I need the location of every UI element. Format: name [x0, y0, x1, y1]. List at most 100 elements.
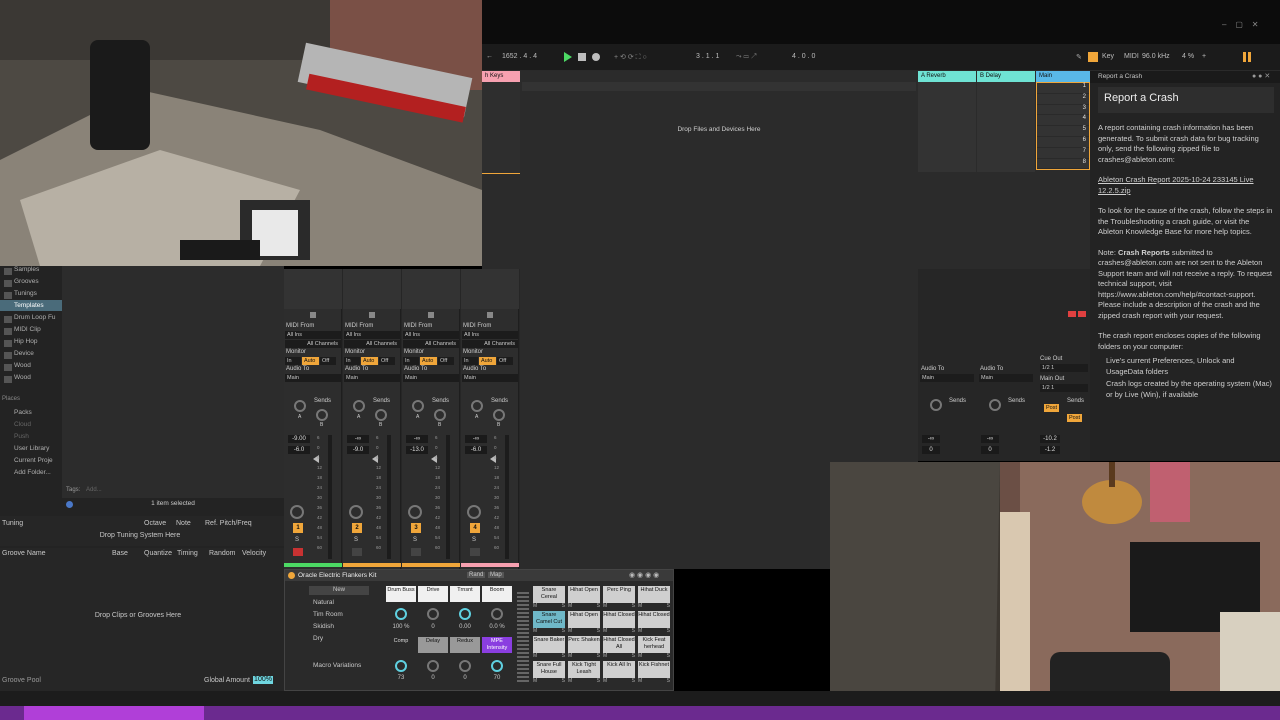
- tags-input[interactable]: Add...: [86, 487, 102, 493]
- monitor-in[interactable]: In: [344, 357, 360, 365]
- automation-tools-icon[interactable]: + ⟲ ⟳ ⛶ ○: [614, 53, 647, 62]
- monitor-off[interactable]: Off: [320, 357, 336, 365]
- macro-label[interactable]: Drum Buss: [386, 586, 416, 602]
- channel-select[interactable]: All Channels: [462, 340, 518, 348]
- arm-icon[interactable]: [352, 548, 362, 556]
- monitor-off[interactable]: Off: [438, 357, 454, 365]
- pad-mute-button[interactable]: M: [638, 653, 642, 659]
- audio-to-select[interactable]: Main: [462, 374, 518, 382]
- macro-label[interactable]: Comp: [386, 637, 416, 653]
- macro-label[interactable]: Delay: [418, 637, 448, 653]
- macro-knob[interactable]: [491, 608, 503, 620]
- solo-button[interactable]: S: [295, 537, 299, 543]
- browser-item-selected[interactable]: Templates: [0, 300, 62, 311]
- track-number[interactable]: 1: [293, 523, 303, 533]
- pad-solo-button[interactable]: S: [667, 628, 670, 634]
- places-item[interactable]: Packs: [14, 407, 32, 418]
- info-icon[interactable]: [66, 501, 73, 508]
- stop-icon[interactable]: [578, 53, 586, 61]
- pad-mute-solo[interactable]: MS: [533, 628, 565, 634]
- places-item[interactable]: User Library: [14, 443, 49, 454]
- midi-map-label[interactable]: MIDI: [1124, 53, 1139, 60]
- macro-knob[interactable]: [459, 660, 471, 672]
- drum-pad[interactable]: Hihat Open: [568, 611, 600, 628]
- cue-out-select[interactable]: 1/2 1: [1040, 364, 1088, 372]
- monitor-off[interactable]: Off: [379, 357, 395, 365]
- midi-from-select[interactable]: All Ins: [285, 331, 341, 339]
- arrangement-position[interactable]: 1652 . 4 . 4: [502, 53, 537, 60]
- return-volume[interactable]: -∞: [981, 435, 999, 443]
- record-icon[interactable]: [592, 53, 600, 61]
- return-track-header-a[interactable]: A Reverb: [918, 71, 976, 82]
- pad-mute-solo[interactable]: MS: [638, 603, 670, 609]
- midi-from-select[interactable]: All Ins: [462, 331, 518, 339]
- pad-solo-button[interactable]: S: [667, 603, 670, 609]
- variation-item[interactable]: Skidish: [313, 623, 334, 630]
- scene-number[interactable]: 8: [1037, 159, 1089, 170]
- pad-mute-button[interactable]: M: [638, 678, 642, 684]
- arm-icon[interactable]: [293, 548, 303, 556]
- track-volume[interactable]: -∞: [406, 435, 428, 443]
- track-header-keys[interactable]: h Keys: [482, 71, 520, 82]
- scene-number[interactable]: 5: [1037, 126, 1089, 137]
- pencil-icon[interactable]: ✎: [1076, 53, 1082, 61]
- pad-solo-button[interactable]: S: [597, 678, 600, 684]
- browser-item[interactable]: Tunings: [14, 288, 37, 299]
- solo-button[interactable]: S: [354, 537, 358, 543]
- solo-cue-icon[interactable]: [1068, 311, 1076, 317]
- pad-mute-solo[interactable]: MS: [638, 628, 670, 634]
- device-controls-icon[interactable]: ◉ ◉ ◉ ◉: [629, 571, 659, 579]
- pad-solo-button[interactable]: S: [632, 628, 635, 634]
- track-activator[interactable]: [428, 312, 434, 318]
- pad-mute-button[interactable]: M: [568, 628, 572, 634]
- pad-solo-button[interactable]: S: [632, 653, 635, 659]
- midi-from-select[interactable]: All Ins: [403, 331, 459, 339]
- return-volume[interactable]: -∞: [922, 435, 940, 443]
- send-a-knob[interactable]: [353, 400, 365, 412]
- pad-solo-button[interactable]: S: [562, 603, 565, 609]
- browser-item[interactable]: Wood: [14, 372, 31, 383]
- send-knob[interactable]: [989, 399, 1001, 411]
- scene-launch-column[interactable]: 1 2 3 4 5 6 7 8: [1036, 82, 1090, 171]
- pad-mute-button[interactable]: M: [603, 678, 607, 684]
- panel-close-icon[interactable]: ● ● ✕: [1252, 72, 1270, 80]
- drum-pad[interactable]: Kick All In: [603, 661, 635, 678]
- play-icon[interactable]: [564, 52, 572, 62]
- pad-mute-solo[interactable]: MS: [568, 603, 600, 609]
- scene-number[interactable]: 1: [1037, 83, 1089, 94]
- pad-solo-button[interactable]: S: [632, 678, 635, 684]
- arm-icon[interactable]: [470, 548, 480, 556]
- send-b-knob[interactable]: [316, 409, 328, 421]
- pad-mute-solo[interactable]: MS: [638, 678, 670, 684]
- browser-item[interactable]: Samples: [14, 264, 39, 275]
- clip-slots-keys[interactable]: [482, 82, 520, 174]
- drum-pad[interactable]: Perc Shaken: [568, 636, 600, 653]
- audio-to-select[interactable]: Main: [979, 374, 1033, 382]
- pad-mute-solo[interactable]: MS: [603, 678, 635, 684]
- scene-number[interactable]: 6: [1037, 137, 1089, 148]
- macro-knob[interactable]: [427, 660, 439, 672]
- drum-pad[interactable]: Snare Cereal: [533, 586, 565, 603]
- track-activator[interactable]: [369, 312, 375, 318]
- pad-mute-solo[interactable]: MS: [568, 628, 600, 634]
- drum-pad[interactable]: Kick Feat herhead: [638, 636, 670, 653]
- drum-pad[interactable]: Snare Full House: [533, 661, 565, 678]
- scene-number[interactable]: 4: [1037, 115, 1089, 127]
- pad-solo-button[interactable]: S: [597, 603, 600, 609]
- audio-to-select[interactable]: Main: [285, 374, 341, 382]
- browser-item[interactable]: Drum Loop Fu: [14, 312, 56, 323]
- return-b-slots[interactable]: [977, 82, 1035, 172]
- monitor-in[interactable]: In: [462, 357, 478, 365]
- solo-button[interactable]: S: [413, 537, 417, 543]
- scene-number[interactable]: 2: [1037, 94, 1089, 105]
- pan-knob[interactable]: [408, 505, 422, 519]
- variation-item[interactable]: Tim Room: [313, 611, 343, 618]
- drum-pad[interactable]: Hihat Duck: [638, 586, 670, 603]
- browser-item[interactable]: Device: [14, 348, 34, 359]
- pad-mute-solo[interactable]: MS: [533, 678, 565, 684]
- send-a-knob[interactable]: [471, 400, 483, 412]
- pad-solo-button[interactable]: S: [562, 678, 565, 684]
- pad-mute-button[interactable]: M: [533, 678, 537, 684]
- track-activator[interactable]: [310, 312, 316, 318]
- send-b-knob[interactable]: [375, 409, 387, 421]
